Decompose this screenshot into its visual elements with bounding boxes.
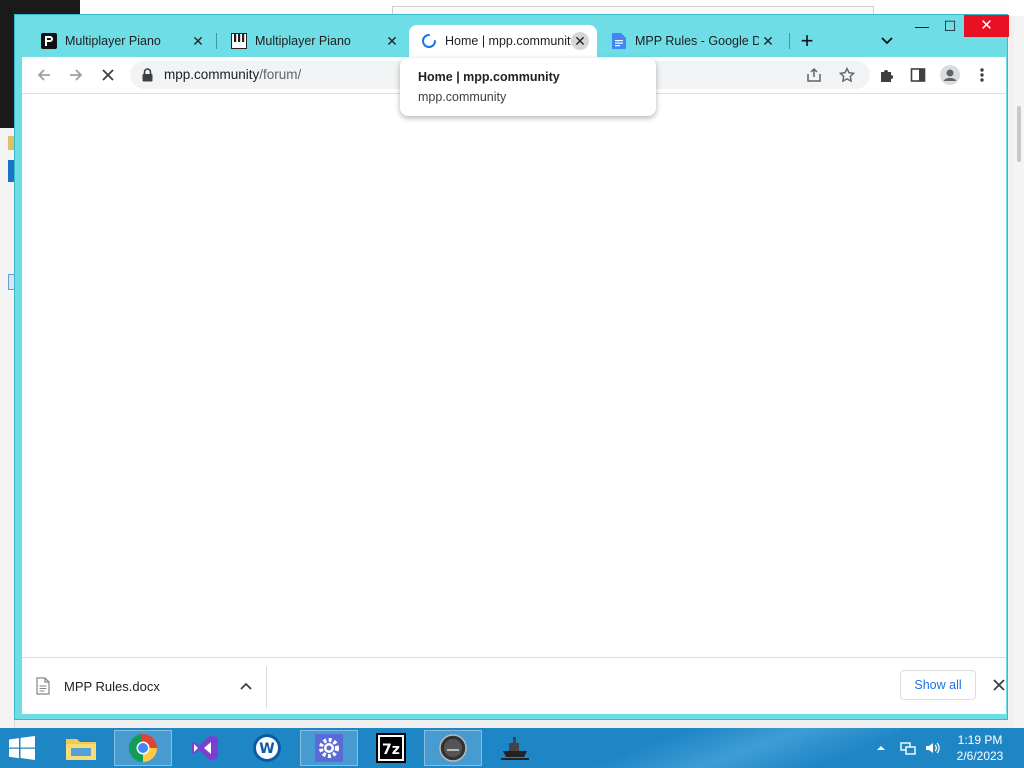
- close-tab-icon[interactable]: ✕: [759, 32, 777, 50]
- svg-text:7z: 7z: [382, 742, 400, 758]
- download-shelf: MPP Rules.docx Show all: [22, 657, 1006, 714]
- tab-label: Multiplayer Piano: [65, 34, 161, 48]
- clock-date: 2/6/2023: [956, 749, 1004, 763]
- network-icon: [900, 742, 916, 755]
- download-options-button[interactable]: [234, 674, 258, 698]
- document-file-icon: [36, 677, 50, 695]
- google-docs-icon: [611, 33, 627, 49]
- minimize-button[interactable]: —: [907, 15, 937, 37]
- tab-multiplayer-piano-1[interactable]: Multiplayer Piano ✕: [29, 25, 215, 57]
- taskbar-chrome[interactable]: [114, 730, 172, 766]
- more-vertical-icon: [980, 68, 984, 82]
- background-window-left: [0, 128, 16, 728]
- download-file-name: MPP Rules.docx: [64, 678, 160, 694]
- side-panel-icon: [910, 68, 926, 82]
- media-app-icon: [439, 734, 467, 762]
- side-panel-button[interactable]: [906, 63, 930, 87]
- divider: [266, 666, 267, 708]
- taskbar-app-w[interactable]: W: [238, 730, 296, 766]
- svg-text:W: W: [259, 741, 274, 757]
- 7zip-icon: 7z: [376, 733, 406, 763]
- url-text: mpp.community/forum/: [164, 67, 302, 82]
- tab-home-mpp-community[interactable]: Home | mpp.community ✕: [409, 25, 597, 57]
- visual-studio-icon: [192, 735, 218, 761]
- taskbar-file-explorer[interactable]: [52, 730, 110, 766]
- start-button[interactable]: [8, 736, 38, 760]
- tab-hover-card: Home | mpp.community mpp.community: [400, 58, 656, 116]
- avatar-icon: [940, 65, 960, 85]
- show-hidden-icons-icon: [877, 746, 885, 750]
- tab-mpp-rules-google-docs[interactable]: MPP Rules - Google Docs ✕: [599, 25, 785, 57]
- tab-label: Multiplayer Piano: [255, 34, 351, 48]
- taskbar-7zip[interactable]: 7z: [362, 730, 420, 766]
- windows-logo-icon: [9, 736, 35, 760]
- browser-window: — ☐ ✕ Multiplayer Piano ✕ Multiplayer Pi…: [14, 14, 1009, 720]
- system-tray: [876, 728, 940, 768]
- page-content[interactable]: [22, 94, 1006, 657]
- close-download-shelf-button[interactable]: [988, 674, 1010, 696]
- share-button[interactable]: [802, 63, 826, 87]
- profile-button[interactable]: [938, 63, 962, 87]
- puzzle-icon: [881, 70, 893, 82]
- tab-label: MPP Rules - Google Docs: [635, 34, 759, 48]
- arrow-left-icon: [37, 69, 50, 81]
- close-icon: [993, 679, 1005, 691]
- taskbar-media-app[interactable]: [424, 730, 482, 766]
- taskbar: W 7z 1:19 PM 2/6/2023: [0, 728, 1024, 768]
- volume-icon: [926, 742, 940, 754]
- tab-multiplayer-piano-2[interactable]: Multiplayer Piano ✕: [219, 25, 409, 57]
- tab-search-button[interactable]: [875, 29, 899, 53]
- arrow-right-icon: [70, 69, 83, 81]
- back-button[interactable]: [32, 63, 56, 87]
- chevron-down-icon: [881, 37, 893, 45]
- mpp-logo-icon: [41, 33, 57, 49]
- maximize-button[interactable]: ☐: [935, 15, 965, 37]
- taskbar-ship-app[interactable]: [486, 730, 544, 766]
- stop-loading-button[interactable]: [96, 63, 120, 87]
- star-icon: [839, 67, 855, 83]
- forward-button[interactable]: [64, 63, 88, 87]
- tab-label: Home | mpp.community: [445, 34, 571, 48]
- close-tab-icon[interactable]: ✕: [189, 32, 207, 50]
- menu-button[interactable]: [970, 63, 994, 87]
- new-tab-button[interactable]: +: [795, 29, 819, 53]
- taskbar-settings[interactable]: [300, 730, 358, 766]
- app-w-icon: W: [253, 734, 281, 762]
- clock-time: 1:19 PM: [957, 733, 1003, 747]
- close-tab-icon[interactable]: ✕: [383, 32, 401, 50]
- close-window-button[interactable]: ✕: [964, 15, 1009, 37]
- bookmark-button[interactable]: [835, 63, 859, 87]
- settings-gear-icon: [315, 734, 343, 762]
- ship-app-icon: [501, 737, 529, 760]
- piano-keys-icon: [231, 33, 247, 49]
- loading-spinner-icon: [421, 33, 437, 49]
- close-tab-icon[interactable]: ✕: [571, 32, 589, 50]
- taskbar-clock[interactable]: 1:19 PM 2/6/2023: [950, 732, 1010, 764]
- show-all-downloads-button[interactable]: Show all: [900, 670, 976, 700]
- close-icon: [102, 69, 114, 81]
- lock-icon: [142, 68, 153, 82]
- download-item[interactable]: MPP Rules.docx: [36, 668, 258, 704]
- hover-card-domain: mpp.community: [418, 90, 507, 104]
- extensions-button[interactable]: [874, 63, 898, 87]
- background-scrollbar[interactable]: [1014, 16, 1024, 728]
- hover-card-title: Home | mpp.community: [418, 70, 560, 84]
- taskbar-visual-studio[interactable]: [176, 730, 234, 766]
- file-explorer-icon: [66, 739, 96, 760]
- share-icon: [807, 67, 821, 82]
- chrome-icon: [128, 734, 157, 762]
- chevron-up-icon: [240, 682, 252, 690]
